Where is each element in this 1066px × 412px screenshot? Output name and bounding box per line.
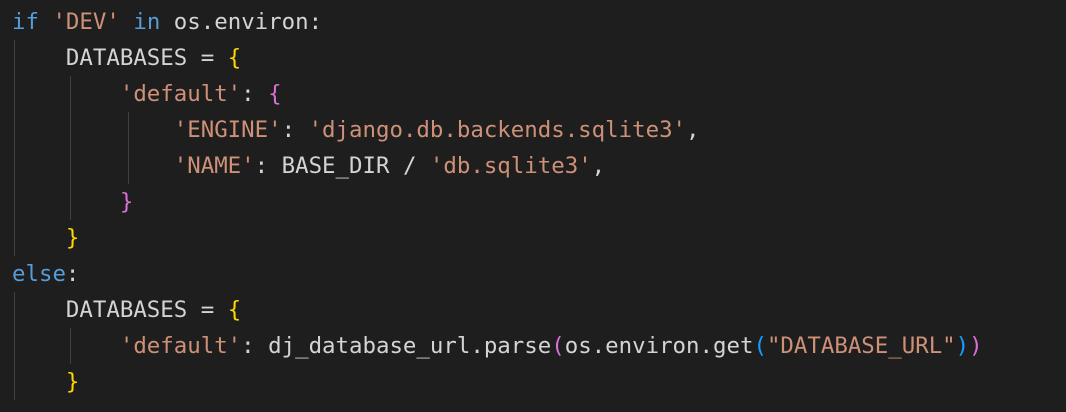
identifier: : dj_database_url.parse	[241, 333, 552, 359]
code-line: else:	[0, 256, 1066, 292]
string-literal: 'default'	[119, 333, 242, 359]
string-literal: 'DEV'	[52, 9, 120, 35]
string-literal: 'NAME'	[173, 153, 255, 179]
string-literal: 'default'	[119, 81, 242, 107]
code-editor[interactable]: if 'DEV' in os.environ: DATABASES = { 'd…	[0, 0, 1066, 412]
keyword-if: if	[12, 9, 39, 35]
string-literal: 'db.sqlite3'	[429, 153, 592, 179]
code-line: 'ENGINE': 'django.db.backends.sqlite3',	[0, 112, 1066, 148]
string-literal: 'ENGINE'	[173, 117, 282, 143]
code-line: DATABASES = {	[0, 40, 1066, 76]
code-line: if 'DEV' in os.environ:	[0, 4, 1066, 40]
bracket: )	[955, 333, 970, 359]
punctuation: :	[281, 117, 309, 143]
punctuation: :	[241, 81, 269, 107]
bracket: }	[65, 369, 80, 395]
code-line: DATABASES = {	[0, 292, 1066, 328]
punctuation: ,	[591, 153, 606, 179]
bracket: }	[119, 189, 134, 215]
code-line: 'NAME': BASE_DIR / 'db.sqlite3',	[0, 148, 1066, 184]
code-line: }	[0, 364, 1066, 400]
punctuation: ,	[686, 117, 700, 143]
bracket: )	[969, 333, 983, 359]
identifier: os.environ.get	[564, 333, 754, 359]
string-literal: "DATABASE_URL"	[766, 333, 956, 359]
bracket: {	[227, 45, 242, 71]
code-line: 'default': dj_database_url.parse(os.envi…	[0, 328, 1066, 364]
keyword-in: in	[133, 9, 161, 35]
bracket: (	[551, 333, 565, 359]
identifier: DATABASES =	[65, 45, 228, 71]
bracket: }	[65, 225, 80, 251]
code-line: }	[0, 184, 1066, 220]
bracket: {	[268, 81, 282, 107]
bracket: (	[753, 333, 767, 359]
code-line: 'default': {	[0, 76, 1066, 112]
identifier: : BASE_DIR /	[254, 153, 430, 179]
bracket: {	[227, 297, 242, 323]
identifier: os.environ:	[160, 9, 323, 35]
keyword-else: else	[12, 261, 66, 287]
code-line: }	[0, 220, 1066, 256]
punctuation: :	[65, 261, 80, 287]
string-literal: 'django.db.backends.sqlite3'	[308, 117, 687, 143]
identifier: DATABASES =	[65, 297, 228, 323]
